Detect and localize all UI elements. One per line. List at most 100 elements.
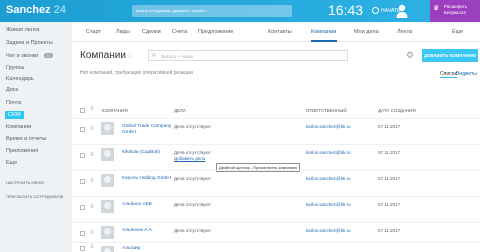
global-search-input[interactable]: искать сотрудника, документ, прочее... — [132, 5, 292, 17]
sidebar-item-crm[interactable]: CRM — [5, 111, 24, 119]
filter-icon: ⚲ — [152, 53, 156, 59]
company-name-link[interactable]: Альбион АКБ — [122, 202, 172, 208]
left-sidebar: Живая лента Задачи и Проекты Чат и звонк… — [0, 22, 70, 252]
row-menu-icon[interactable]: ≡ — [90, 126, 94, 132]
crown-icon: ♛ — [433, 5, 440, 12]
gear-icon[interactable]: ⚙ — [406, 50, 414, 61]
sidebar-item-companies[interactable]: Компании — [6, 124, 31, 130]
sidebar-item-live-feed[interactable]: Живая лента — [6, 27, 39, 33]
sidebar-settings-link[interactable]: Настроить меню — [6, 180, 44, 185]
nav-tab-more[interactable]: Еще — [452, 29, 463, 35]
row-checkbox[interactable] — [80, 179, 85, 184]
row-checkbox[interactable] — [80, 153, 85, 158]
invite-employees-link[interactable]: Пригласить сотрудников — [6, 194, 63, 199]
responsible-link[interactable]: karlos.sanchez@bk.ru — [306, 228, 351, 233]
activities-cell: Дела отсутствуют — [174, 176, 211, 181]
top-bar: Sanchez 24 искать сотрудника, документ, … — [0, 0, 480, 22]
filter-placeholder: Фильтр + поиск — [161, 54, 193, 59]
select-all-checkbox[interactable] — [80, 108, 85, 113]
company-logo — [101, 226, 114, 239]
add-company-button[interactable]: Добавить компанию — [422, 49, 478, 62]
row-settings-icon[interactable]: ≡ — [90, 106, 94, 112]
table-header: ≡ Компания Дела Ответственный Дата созда… — [72, 106, 480, 116]
responsible-link[interactable]: karlos.sanchez@bk.ru — [306, 124, 351, 129]
company-name-link[interactable]: Альянсик А.А. — [122, 228, 172, 234]
urgent-notice: Нет компаний, требующих оперативной реак… — [80, 70, 193, 76]
row-checkbox[interactable] — [80, 246, 85, 251]
view-tab-widgets[interactable]: Виджеты — [456, 71, 477, 77]
nav-tab-companies[interactable]: Компании — [311, 29, 336, 35]
table-row[interactable]: ≡ Global Trade Company GmbH Дела отсутст… — [72, 118, 480, 144]
extend-label: Расширить Битрикс24 — [444, 4, 468, 15]
created-date: 07.11.2017 — [378, 150, 401, 155]
created-date: 07.11.2017 — [378, 176, 401, 181]
column-header-created[interactable]: Дата создания — [378, 108, 416, 113]
row-menu-icon[interactable]: ≡ — [90, 230, 94, 236]
page-title: Компании — [80, 50, 126, 61]
row-checkbox[interactable] — [80, 127, 85, 132]
row-checkbox[interactable] — [80, 205, 85, 210]
main-panel: Старт Лиды Сделки Счета Предложение Конт… — [72, 22, 480, 252]
nav-tab-leads[interactable]: Лиды — [116, 29, 130, 35]
company-name-link[interactable]: Kikikola (CapBok) — [122, 150, 172, 156]
company-name-link[interactable]: Король Holding GmbH — [122, 176, 172, 182]
table-row[interactable]: ≡ Король Holding GmbH Дела отсутствуют k… — [72, 170, 480, 196]
crm-nav: Старт Лиды Сделки Счета Предложение Конт… — [72, 22, 480, 42]
column-header-company[interactable]: Компания — [102, 108, 128, 113]
company-logo — [101, 200, 114, 213]
sidebar-item-time-reports[interactable]: Время и отчеты — [6, 136, 46, 142]
sidebar-item-chat[interactable]: Чат и звонки 23 — [6, 53, 53, 59]
responsible-link[interactable]: karlos.sanchez@bk.ru — [306, 176, 351, 181]
favorite-star-icon[interactable]: ☆ — [126, 51, 133, 60]
activities-cell: Дела отсутствуют — [174, 202, 211, 207]
chat-count-badge: 23 — [44, 53, 53, 58]
nav-tab-invoices[interactable]: Счета — [172, 29, 187, 35]
logo-number: 24 — [53, 4, 66, 16]
table-row[interactable]: ≡ Альтаир — [72, 242, 480, 252]
sidebar-item-apps[interactable]: Приложения — [6, 148, 38, 154]
row-menu-icon[interactable]: ≡ — [90, 204, 94, 210]
responsible-link[interactable]: karlos.sanchez@bk.ru — [306, 202, 351, 207]
user-avatar-icon[interactable] — [396, 3, 408, 19]
sidebar-item-mail[interactable]: Почта — [6, 100, 21, 106]
extend-plan-button[interactable]: ♛ Расширить Битрикс24 — [430, 0, 480, 22]
sidebar-item-disk[interactable]: Диск — [6, 87, 18, 93]
company-name-link[interactable]: Альтаир — [122, 246, 172, 252]
filter-search-input[interactable]: ⚲ Фильтр + поиск — [148, 50, 348, 61]
created-date: 07.11.2017 — [378, 124, 401, 129]
nav-tab-deals[interactable]: Сделки — [142, 29, 161, 35]
row-menu-icon[interactable]: ≡ — [90, 244, 94, 250]
activities-cell: Дела отсутствуют — [174, 228, 211, 233]
activities-cell: Дела отсутствуют — [174, 124, 211, 129]
nav-tab-feed[interactable]: Лента — [397, 29, 412, 35]
nav-tab-start[interactable]: Старт — [86, 29, 101, 35]
nav-tab-contacts[interactable]: Контакты — [268, 29, 292, 35]
created-date: 07.11.2017 — [378, 228, 401, 233]
table-row[interactable]: ≡ Kikikola (CapBok) Дела отсутствуют Доба… — [72, 144, 480, 172]
company-name-link[interactable]: Global Trade Company GmbH — [122, 124, 172, 136]
sidebar-item-groups[interactable]: Группы — [6, 65, 24, 71]
view-tab-list[interactable]: Список — [440, 71, 457, 78]
row-menu-icon[interactable]: ≡ — [90, 152, 94, 158]
row-menu-icon[interactable]: ≡ — [90, 178, 94, 184]
nav-tab-quotes[interactable]: Предложение — [198, 29, 233, 35]
table-row[interactable]: ≡ Альбион АКБ Дела отсутствуют karlos.sa… — [72, 196, 480, 222]
add-activity-link[interactable]: Добавить дело — [174, 156, 205, 161]
company-logo — [101, 148, 114, 161]
column-header-activities[interactable]: Дела — [174, 108, 186, 113]
clock[interactable]: 16:43 — [328, 2, 363, 18]
sidebar-item-calendar[interactable]: Календарь — [6, 76, 34, 82]
company-logo — [101, 174, 114, 187]
activities-cell: Дела отсутствуют Добавить дело — [174, 150, 211, 161]
sidebar-item-tasks[interactable]: Задачи и Проекты — [6, 40, 53, 46]
nav-tab-my-activities[interactable]: Мои дела — [354, 29, 379, 35]
logo-name: Sanchez — [6, 4, 51, 16]
company-logo — [101, 122, 114, 135]
sidebar-item-more[interactable]: Еще — [6, 160, 17, 166]
company-logo — [101, 246, 114, 252]
created-date: 07.11.2017 — [378, 202, 401, 207]
column-header-responsible[interactable]: Ответственный — [306, 108, 347, 113]
responsible-link[interactable]: karlos.sanchez@bk.ru — [306, 150, 351, 155]
logo[interactable]: Sanchez 24 — [6, 4, 66, 16]
row-checkbox[interactable] — [80, 231, 85, 236]
